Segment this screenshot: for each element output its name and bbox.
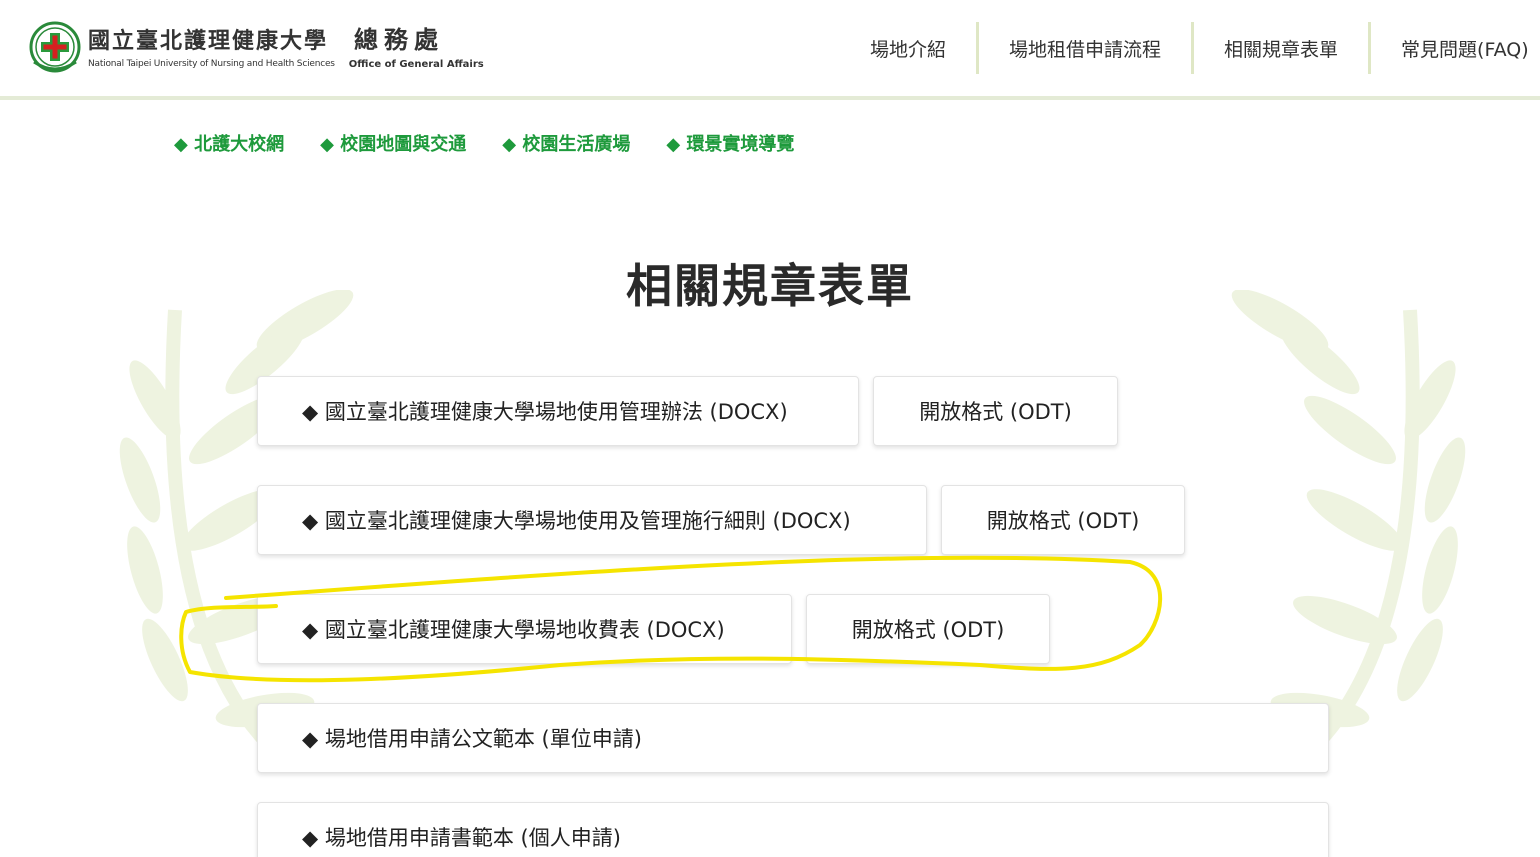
document-row: ◆ 國立臺北護理健康大學場地使用及管理施行細則 (DOCX) 開放格式 (ODT… [257, 485, 1185, 555]
nav-venue-intro[interactable]: 場地介紹 [840, 22, 976, 74]
site-header: 國立臺北護理健康大學 總務處 National Taipei Universit… [0, 0, 1540, 100]
venue-fee-schedule-docx-button[interactable]: ◆ 國立臺北護理健康大學場地收費表 (DOCX) [257, 594, 792, 664]
main-nav: 場地介紹 場地租借申請流程 相關規章表單 常見問題(FAQ) [840, 22, 1540, 74]
venue-implementation-rules-odt-button[interactable]: 開放格式 (ODT) [941, 485, 1185, 555]
laurel-right-icon [1231, 290, 1466, 766]
quick-link-university-site[interactable]: ◆ 北護大校網 [174, 130, 284, 156]
office-name-zh: 總務處 [354, 25, 445, 54]
venue-management-rules-docx-button[interactable]: ◆ 國立臺北護理健康大學場地使用管理辦法 (DOCX) [257, 376, 859, 446]
quick-link-campus-map[interactable]: ◆ 校園地圖與交通 [320, 130, 466, 156]
nav-regulations-forms[interactable]: 相關規章表單 [1194, 22, 1368, 74]
nav-faq[interactable]: 常見問題(FAQ) [1371, 22, 1540, 74]
unit-application-template-button[interactable]: ◆ 場地借用申請公文範本 (單位申請) [257, 703, 1329, 773]
document-row: ◆ 國立臺北護理健康大學場地使用管理辦法 (DOCX) 開放格式 (ODT) [257, 376, 1118, 446]
document-row: ◆ 場地借用申請公文範本 (單位申請) [257, 703, 1329, 773]
quick-links: ◆ 北護大校網 ◆ 校園地圖與交通 ◆ 校園生活廣場 ◆ 環景實境導覽 [174, 130, 794, 156]
document-row: ◆ 國立臺北護理健康大學場地收費表 (DOCX) 開放格式 (ODT) [257, 594, 1050, 664]
site-logo[interactable]: 國立臺北護理健康大學 總務處 National Taipei Universit… [28, 20, 484, 74]
quick-link-campus-life[interactable]: ◆ 校園生活廣場 [502, 130, 630, 156]
personal-application-template-button[interactable]: ◆ 場地借用申請書範本 (個人申請) [257, 802, 1329, 857]
venue-fee-schedule-odt-button[interactable]: 開放格式 (ODT) [806, 594, 1050, 664]
venue-implementation-rules-docx-button[interactable]: ◆ 國立臺北護理健康大學場地使用及管理施行細則 (DOCX) [257, 485, 927, 555]
office-name-en: Office of General Affairs [348, 59, 484, 70]
nav-rental-process[interactable]: 場地租借申請流程 [979, 22, 1191, 74]
university-emblem-icon [29, 21, 81, 73]
university-name-zh: 國立臺北護理健康大學 [88, 28, 329, 54]
university-name-en: National Taipei University of Nursing an… [88, 59, 335, 69]
venue-management-rules-odt-button[interactable]: 開放格式 (ODT) [873, 376, 1118, 446]
quick-link-virtual-tour[interactable]: ◆ 環景實境導覽 [666, 130, 794, 156]
document-row: ◆ 場地借用申請書範本 (個人申請) [257, 802, 1329, 857]
page-title: 相關規章表單 [626, 259, 914, 313]
